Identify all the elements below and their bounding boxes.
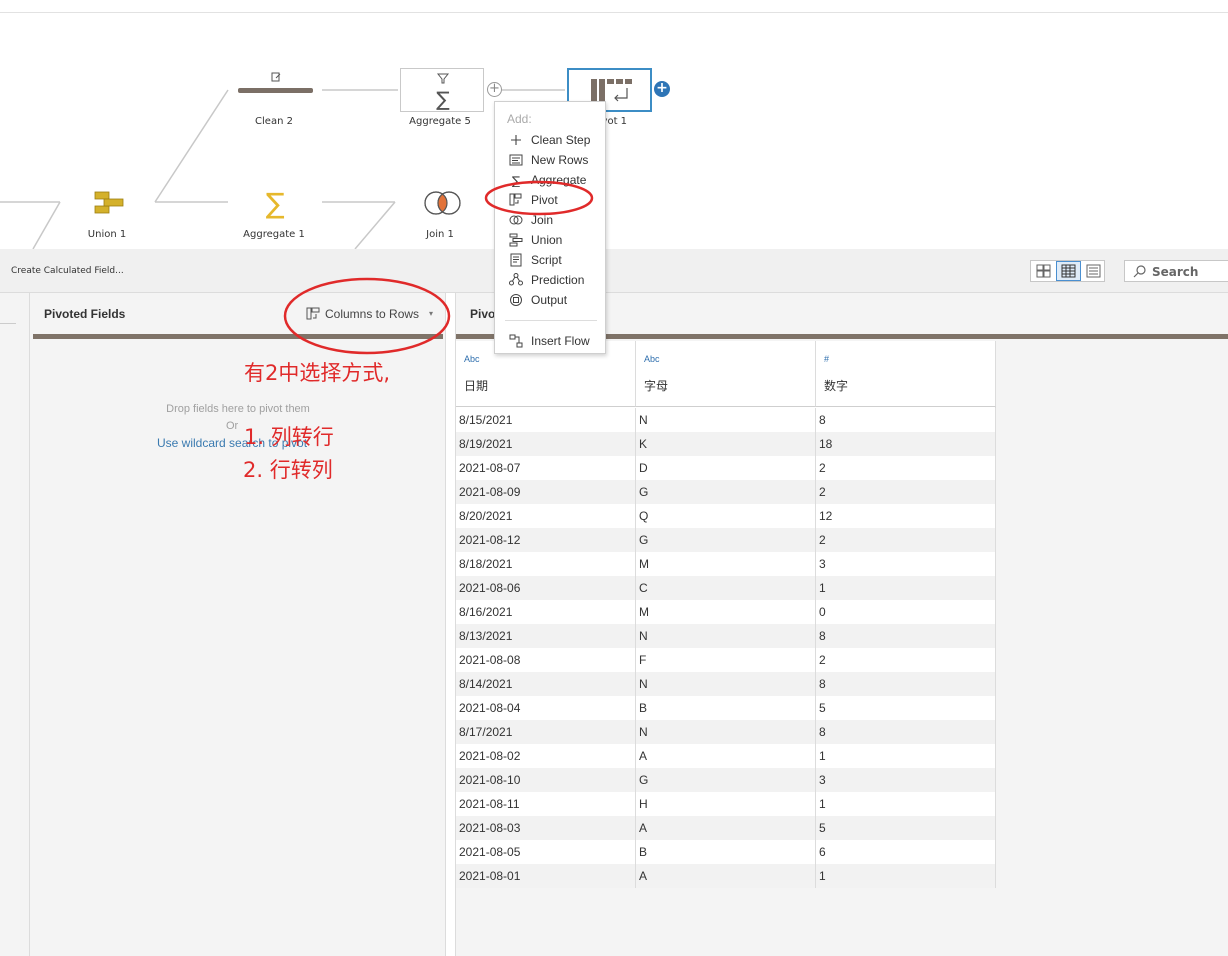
- annotation-text: 1. 列转行: [244, 425, 334, 449]
- highlight-circle-mode: [283, 277, 451, 355]
- annotation-overlay: [283, 180, 594, 355]
- highlight-circle-pivot: [484, 180, 594, 216]
- annotation-text: 有2中选择方式,: [244, 361, 391, 385]
- annotation-text: 2. 行转列: [243, 458, 333, 482]
